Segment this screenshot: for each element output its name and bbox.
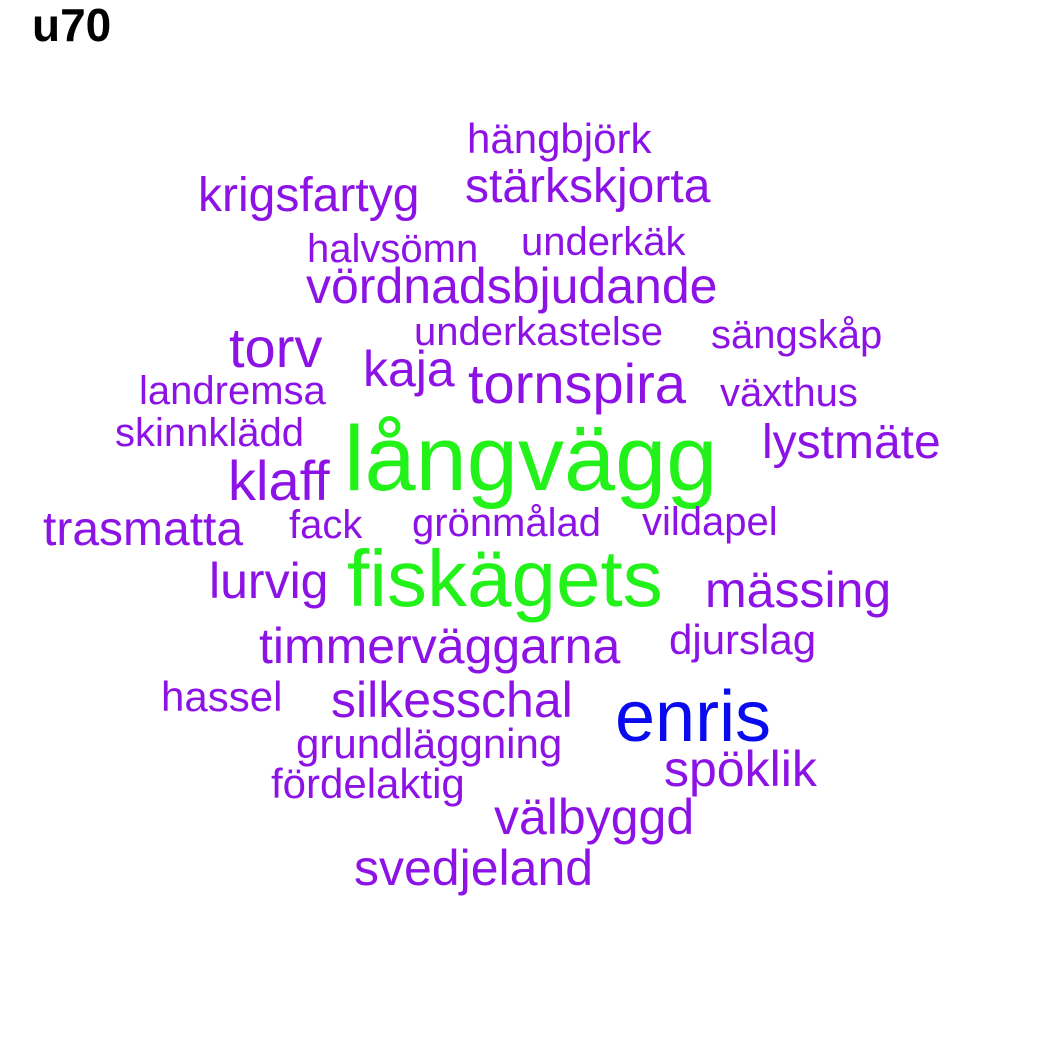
word-tornspira: tornspira [468,352,686,415]
word-hangbjork: hängbjörk [467,115,652,162]
word-krigsfartyg: krigsfartyg [198,169,420,222]
word-underkak: underkäk [521,220,686,264]
word-fordelaktig: fördelaktig [271,760,465,807]
word-kaja: kaja [363,341,455,397]
word-trasmatta: trasmatta [43,503,244,556]
word-lurvig: lurvig [209,553,329,609]
word-spoklik: spöklik [664,741,817,797]
word-klaff: klaff [228,449,330,512]
word-timmervaggarna: timmerväggarna [259,618,621,674]
word-hassel: hassel [161,673,283,720]
word-vaxthus: växthus [720,371,858,415]
word-valbyggd: välbyggd [494,789,695,845]
word-sangskap: sängskåp [711,313,883,357]
word-cloud: hängbjörk krigsfartyg stärkskjorta halvs… [0,0,1050,1050]
word-silkesschal: silkesschal [331,672,573,728]
word-grundlaggning: grundläggning [296,720,563,767]
word-fiskagets: fiskägets [347,534,663,623]
word-landremsa: landremsa [139,369,326,413]
word-massing: mässing [705,562,892,618]
word-langvagg: långvägg [344,408,718,510]
word-djurslag: djurslag [669,616,817,663]
word-vordnadsbjudande: vördnadsbjudande [306,258,718,314]
word-svedjeland: svedjeland [354,840,594,896]
word-starkskjorta: stärkskjorta [465,160,711,213]
word-lystmate: lystmäte [762,416,941,469]
word-skinnkladd: skinnklädd [115,411,305,455]
word-torv: torv [229,316,323,379]
